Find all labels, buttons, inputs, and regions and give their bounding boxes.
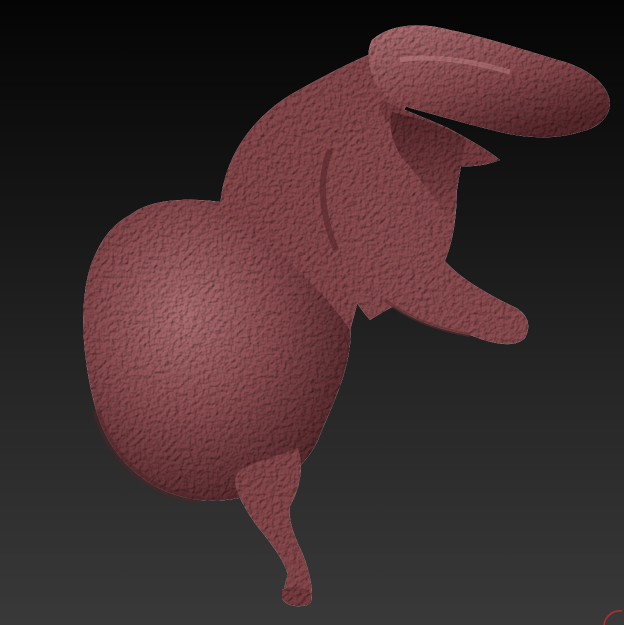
sculpt-viewport[interactable] [0,0,624,625]
orientation-arc-icon[interactable] [600,605,624,625]
sculpt-model[interactable] [0,0,624,625]
model-leg [235,448,312,605]
